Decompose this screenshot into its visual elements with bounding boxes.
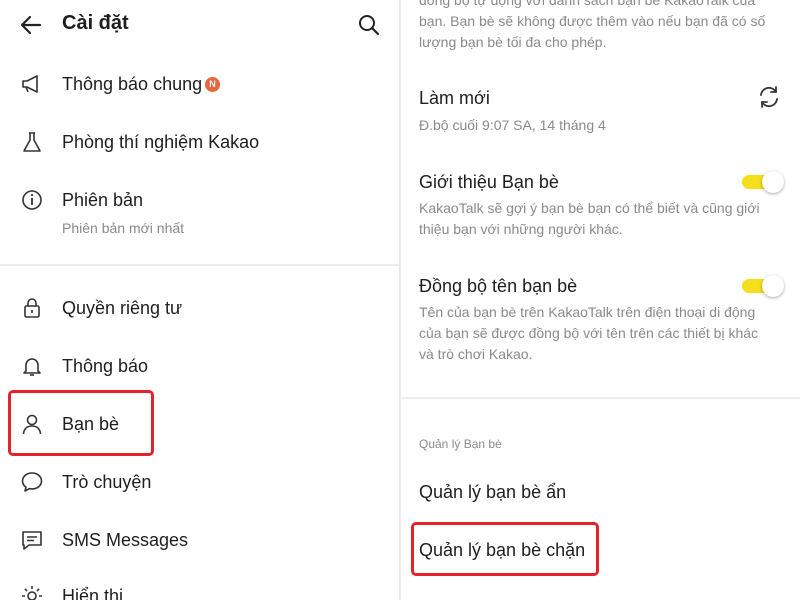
settings-panel: Cài đặt Thông báo chung N Phòng thí nghi… [0,0,400,600]
settings-item-label: Phòng thí nghiệm Kakao [62,132,260,152]
settings-item-announcements[interactable]: Thông báo chung [0,64,399,104]
search-icon[interactable] [356,12,382,38]
settings-header: Cài đặt [0,0,399,50]
auto-sync-description: đồng bộ tự động với danh sách bạn bè Kak… [419,0,766,50]
settings-item-label: Hiển thị [62,586,124,600]
info-icon [22,190,42,210]
settings-item-label: SMS Messages [62,530,189,550]
sync-names-description: Tên của bạn bè trên KakaoTalk trên điện … [419,304,759,362]
last-sync-time: Đ.bộ cuối 9:07 SA, 14 tháng 4 [419,117,606,133]
friends-settings-panel: đồng bộ tự động với danh sách bạn bè Kak… [401,0,800,600]
friend-recommend-description: KakaoTalk sẽ gợi ý bạn bè bạn có thể biế… [419,200,760,237]
refresh-title[interactable]: Làm mới [419,88,490,109]
highlight-box-blocked [411,522,599,576]
refresh-icon[interactable] [756,84,782,110]
bell-icon [23,358,41,376]
settings-item-label: Phiên bản [62,190,144,210]
settings-item-label: Thông báo [62,356,149,376]
settings-item-notifications[interactable]: Thông báo [0,346,399,386]
section-header-manage-friends: Quản lý Bạn bè [419,437,502,451]
settings-item-kakao-lab[interactable]: Phòng thí nghiệm Kakao [0,122,399,162]
chat-bubble-icon [21,472,43,492]
new-badge: N [205,77,220,92]
flask-icon [23,132,41,152]
lock-icon [24,298,40,318]
sms-icon [22,531,42,550]
toggle-knob [762,171,784,193]
settings-item-label: Quyền riêng tư [62,298,183,318]
settings-item-display[interactable]: Hiển thị [0,578,399,600]
settings-item-sms[interactable]: SMS Messages [0,520,399,560]
settings-item-version[interactable]: Phiên bản Phiên bản mới nhất [0,180,399,244]
manage-hidden-friends[interactable]: Quản lý bạn bè ẩn [419,482,566,503]
version-status: Phiên bản mới nhất [62,220,185,236]
settings-item-label: Thông báo chung [62,74,203,94]
section-divider [401,397,800,399]
sync-names-toggle[interactable] [742,275,784,297]
megaphone-icon [22,75,38,93]
highlight-box-friends [8,390,154,456]
friend-recommend-toggle[interactable] [742,171,784,193]
settings-item-privacy[interactable]: Quyền riêng tư [0,288,399,328]
sync-names-title: Đồng bộ tên bạn bè [419,276,578,296]
brightness-icon [22,586,42,600]
settings-item-label: Trò chuyện [62,472,152,492]
page-title: Cài đặt [62,12,129,34]
settings-item-chats[interactable]: Trò chuyện [0,462,399,502]
toggle-knob [762,275,784,297]
friend-recommend-title: Giới thiệu Bạn bè [419,172,559,192]
section-divider [0,264,399,266]
back-arrow-icon[interactable] [18,12,44,38]
